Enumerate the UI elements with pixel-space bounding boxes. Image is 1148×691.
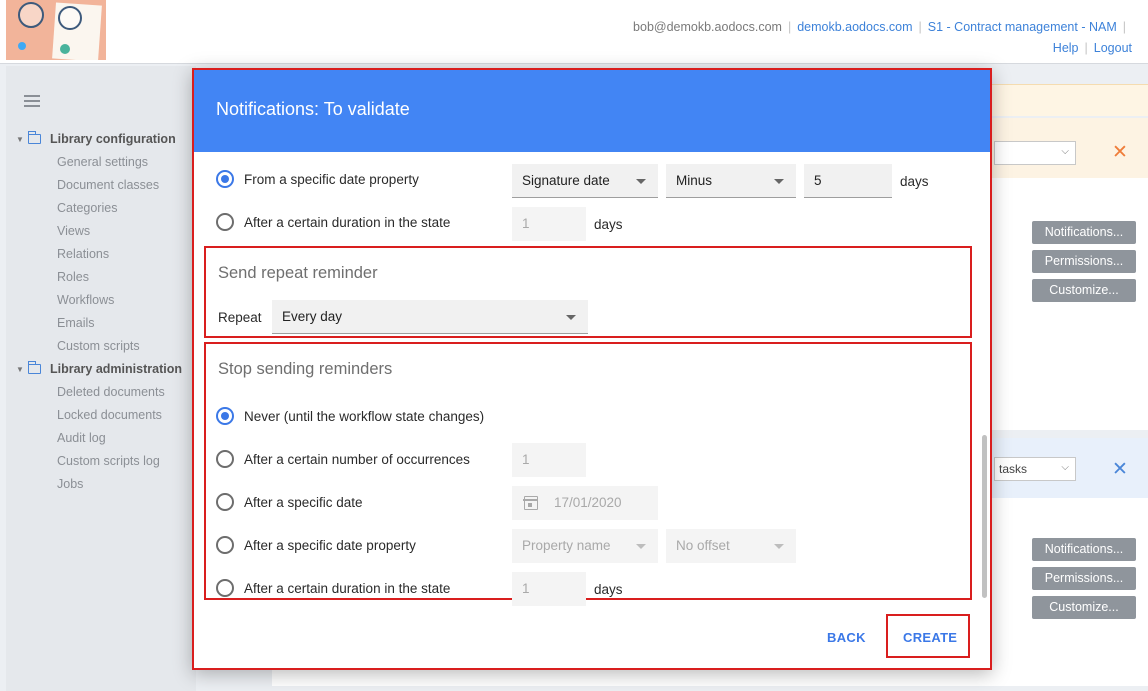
menu-icon[interactable]: [24, 95, 40, 110]
warning-banner: [990, 84, 1148, 116]
stop-option-occurrences[interactable]: After a certain number of occurrences: [216, 450, 470, 468]
stop-date-input[interactable]: 17/01/2020: [512, 486, 658, 520]
library-link[interactable]: S1 - Contract management - NAM: [928, 20, 1117, 34]
sidebar-item-categories[interactable]: Categories: [57, 201, 117, 215]
notifications-button[interactable]: Notifications...: [1032, 221, 1136, 244]
stop-duration-input[interactable]: 1: [512, 572, 586, 606]
close-icon[interactable]: ✕: [1112, 458, 1128, 481]
repeat-reminder-section: Send repeat reminder Repeat Every day: [204, 246, 972, 338]
sidebar-item-jobs[interactable]: Jobs: [57, 477, 83, 491]
start-operator-select[interactable]: Minus: [666, 164, 796, 198]
chevron-down-icon: ⌵: [1061, 462, 1069, 473]
stop-offset-select[interactable]: No offset: [666, 529, 796, 563]
stop-property-select[interactable]: Property name: [512, 529, 658, 563]
customize-button[interactable]: Customize...: [1032, 596, 1136, 619]
folder-icon: [27, 131, 41, 144]
sidebar-item-relations[interactable]: Relations: [57, 247, 109, 261]
repeat-label: Repeat: [218, 310, 262, 325]
permissions-button[interactable]: Permissions...: [1032, 250, 1136, 273]
sidebar-item-emails[interactable]: Emails: [57, 316, 95, 330]
notifications-button[interactable]: Notifications...: [1032, 538, 1136, 561]
start-property-select[interactable]: Signature date: [512, 164, 658, 198]
notifications-dialog: Notifications: To validate From a specif…: [192, 68, 992, 670]
logout-link[interactable]: Logout: [1094, 41, 1132, 55]
stop-option-duration[interactable]: After a certain duration in the state: [216, 579, 450, 597]
dropdown-arrow-icon: [774, 179, 784, 184]
stop-option-date-property[interactable]: After a specific date property: [216, 536, 416, 554]
chevron-down-icon: ⌵: [1061, 146, 1069, 157]
permissions-button[interactable]: Permissions...: [1032, 567, 1136, 590]
sidebar-group-library-administration[interactable]: ▼ Library administration: [16, 361, 182, 376]
scrollbar-thumb[interactable]: [982, 435, 987, 598]
duration-unit: days: [594, 582, 623, 597]
radio-unselected-icon[interactable]: [216, 536, 234, 554]
user-email: bob@demokb.aodocs.com: [633, 20, 782, 34]
calendar-icon: [523, 496, 538, 510]
close-icon[interactable]: ✕: [1112, 141, 1128, 164]
sidebar: ▼ Library configuration General settings…: [6, 66, 196, 691]
sidebar-item-custom-scripts[interactable]: Custom scripts: [57, 339, 140, 353]
state-select[interactable]: ⌵: [994, 141, 1076, 165]
sidebar-item-custom-scripts-log[interactable]: Custom scripts log: [57, 454, 160, 468]
top-navigation: bob@demokb.aodocs.com | demokb.aodocs.com |…: [633, 20, 1132, 55]
domain-link[interactable]: demokb.aodocs.com: [797, 20, 912, 34]
dialog-header: Notifications: To validate: [194, 70, 990, 152]
help-link[interactable]: Help: [1053, 41, 1079, 55]
radio-selected-icon[interactable]: [216, 407, 234, 425]
radio-unselected-icon[interactable]: [216, 450, 234, 468]
sidebar-item-audit-log[interactable]: Audit log: [57, 431, 106, 445]
dropdown-arrow-icon: [566, 315, 576, 320]
dropdown-arrow-icon: [774, 544, 784, 549]
stop-option-never[interactable]: Never (until the workflow state changes): [216, 407, 484, 425]
dialog-body: From a specific date property Signature …: [194, 152, 990, 608]
magnifier-icon: [18, 2, 44, 28]
dropdown-arrow-icon: [636, 544, 646, 549]
start-option-duration[interactable]: After a certain duration in the state: [216, 213, 450, 231]
stop-option-date[interactable]: After a specific date: [216, 493, 363, 511]
sidebar-item-general-settings[interactable]: General settings: [57, 155, 148, 169]
dropdown-arrow-icon: [636, 179, 646, 184]
radio-unselected-icon[interactable]: [216, 579, 234, 597]
sidebar-item-deleted-documents[interactable]: Deleted documents: [57, 385, 165, 399]
stop-reminders-section: Stop sending reminders Never (until the …: [204, 342, 972, 606]
sidebar-group-library-configuration[interactable]: ▼ Library configuration: [16, 131, 176, 146]
section-title: Stop sending reminders: [218, 360, 393, 378]
sidebar-item-roles[interactable]: Roles: [57, 270, 89, 284]
repeat-frequency-select[interactable]: Every day: [272, 300, 588, 334]
sidebar-item-workflows[interactable]: Workflows: [57, 293, 114, 307]
start-duration-input[interactable]: 1: [512, 207, 586, 241]
create-button[interactable]: CREATE: [903, 630, 957, 645]
start-option-date-property[interactable]: From a specific date property: [216, 170, 419, 188]
top-header: bob@demokb.aodocs.com | demokb.aodocs.com |…: [0, 0, 1148, 64]
offset-unit: days: [900, 174, 929, 189]
magnifier-icon: [58, 6, 82, 30]
dialog-title: Notifications: To validate: [216, 99, 410, 119]
occurrences-input[interactable]: 1: [512, 443, 586, 477]
caret-down-icon: ▼: [16, 134, 24, 144]
sidebar-item-document-classes[interactable]: Document classes: [57, 178, 159, 192]
folder-icon: [27, 361, 41, 374]
radio-selected-icon[interactable]: [216, 170, 234, 188]
radio-unselected-icon[interactable]: [216, 493, 234, 511]
start-offset-input[interactable]: 5: [804, 164, 892, 198]
dialog-scrollbar[interactable]: [980, 152, 988, 608]
section-title: Send repeat reminder: [218, 264, 378, 282]
back-button[interactable]: BACK: [827, 630, 866, 645]
radio-unselected-icon[interactable]: [216, 213, 234, 231]
app-logo[interactable]: [6, 0, 106, 60]
customize-button[interactable]: Customize...: [1032, 279, 1136, 302]
caret-down-icon: ▼: [16, 364, 24, 374]
sidebar-item-views[interactable]: Views: [57, 224, 90, 238]
duration-unit: days: [594, 217, 623, 232]
sidebar-item-locked-documents[interactable]: Locked documents: [57, 408, 162, 422]
state-select[interactable]: tasks ⌵: [994, 457, 1076, 481]
